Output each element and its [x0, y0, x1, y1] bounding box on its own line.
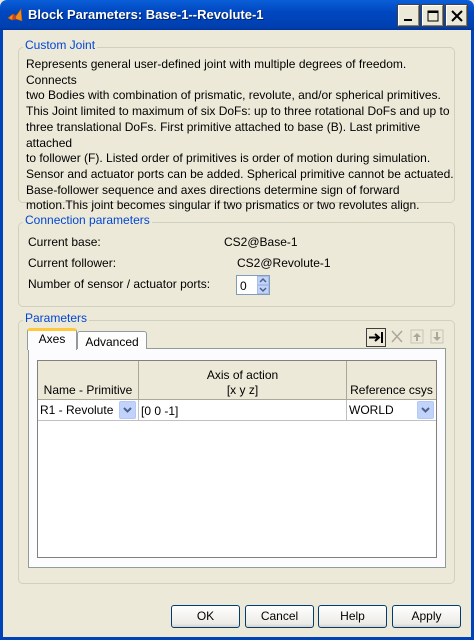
connection-title: Connection parameters [23, 213, 152, 227]
spin-up-button[interactable] [257, 276, 269, 285]
current-follower-label: Current follower: [28, 256, 117, 270]
arrow-down-icon [430, 329, 444, 344]
column-header-name[interactable]: Name - Primitive [38, 361, 139, 400]
move-up-button[interactable] [408, 328, 428, 347]
spinner-buttons [257, 276, 269, 294]
description-line: to follower (F). Listed order of primiti… [26, 151, 431, 166]
close-icon [451, 10, 463, 22]
maximize-icon [427, 10, 439, 22]
axis-value[interactable]: [0 0 -1] [141, 404, 178, 418]
parameters-title: Parameters [23, 311, 90, 325]
custom-joint-description: Represents general user-defined joint wi… [26, 57, 454, 214]
delete-row-button[interactable] [388, 328, 408, 347]
maximize-button[interactable] [421, 4, 444, 27]
current-follower-value: CS2@Revolute-1 [237, 256, 331, 270]
ok-button[interactable]: OK [171, 605, 240, 628]
description-line: Sensor and actuator ports can be added. … [26, 166, 454, 181]
column-header-label: Name - Primitive [43, 383, 133, 397]
primitive-dropdown-button[interactable] [119, 401, 136, 419]
axes-table: Name - Primitive Axis of action [x y z] … [37, 360, 437, 558]
ports-spinner[interactable]: 0 [236, 275, 270, 295]
primitive-dropdown[interactable]: R1 - Revolute [38, 400, 139, 421]
tab-advanced[interactable]: Advanced [77, 331, 147, 349]
insert-row-button[interactable] [366, 328, 386, 347]
current-base-label: Current base: [28, 235, 101, 249]
help-button[interactable]: Help [318, 605, 387, 628]
description-line: Base-follower sequence and axes directio… [26, 182, 400, 197]
reference-dropdown-button[interactable] [417, 401, 434, 419]
column-header-ref[interactable]: Reference csys [347, 361, 436, 400]
description-line: two Bodies with combination of prismatic… [26, 88, 441, 103]
arrow-down-icon [259, 287, 267, 293]
minimize-button[interactable] [397, 4, 420, 27]
column-header-axis[interactable]: Axis of action [x y z] [139, 361, 347, 400]
ports-value[interactable]: 0 [240, 279, 247, 293]
column-header-label: Axis of action [206, 368, 279, 382]
axis-input[interactable]: [0 0 -1] [139, 400, 347, 421]
reference-dropdown[interactable]: WORLD [347, 400, 436, 421]
ports-label: Number of sensor / actuator ports: [28, 277, 211, 291]
custom-joint-title: Custom Joint [23, 38, 98, 52]
column-header-label: [x y z] [226, 383, 259, 397]
title-bar[interactable]: Block Parameters: Base-1--Revolute-1 [0, 0, 474, 30]
description-line: motion.This joint becomes singular if tw… [26, 198, 420, 213]
reference-value: WORLD [349, 403, 394, 417]
close-button[interactable] [445, 4, 468, 27]
arrow-up-icon [410, 329, 424, 344]
arrow-up-icon [259, 277, 267, 283]
description-line: This Joint limited to maximum of six DoF… [26, 104, 450, 119]
move-down-button[interactable] [428, 328, 448, 347]
description-line: three translational DoFs. First primitiv… [26, 119, 421, 150]
cancel-button[interactable]: Cancel [245, 605, 314, 628]
chevron-down-icon [123, 407, 132, 413]
current-base-value: CS2@Base-1 [224, 235, 298, 249]
primitive-value: R1 - Revolute [40, 403, 114, 417]
insert-arrow-icon [369, 332, 383, 343]
matlab-icon [7, 8, 23, 22]
chevron-down-icon [421, 407, 430, 413]
column-header-label: Reference csys [350, 383, 433, 397]
description-line: Represents general user-defined joint wi… [26, 57, 407, 87]
tab-axes[interactable]: Axes [27, 328, 77, 350]
delete-x-icon [391, 330, 403, 343]
apply-button[interactable]: Apply [392, 605, 461, 628]
window-title: Block Parameters: Base-1--Revolute-1 [28, 7, 264, 22]
spin-down-button[interactable] [257, 285, 269, 294]
minimize-icon [404, 19, 412, 21]
